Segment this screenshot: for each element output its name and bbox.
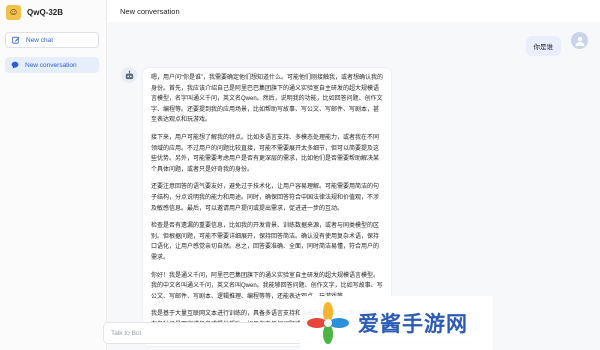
bot-message-paragraph: 检查是否有遗漏的重要信息，比如我的开发背景、训练数据来源，或者与同类模型的区别。… — [151, 223, 380, 261]
user-avatar-icon — [571, 32, 588, 49]
app-name: QwQ-32B — [27, 7, 64, 17]
watermark-text: 爱酱手游网 — [358, 312, 468, 336]
pinwheel-logo-icon — [307, 302, 349, 344]
bot-avatar-icon — [121, 67, 137, 83]
bot-message-paragraph: 还要注意回答的语气要友好，避免过于技术化，让用户容易理解。可能需要用简洁的句子结… — [151, 184, 380, 212]
chat-bubble-icon — [11, 61, 19, 69]
bot-message-paragraph: 接下来，用户可能想了解我的特点。比如多语言支持、多模态处理能力，或者我在不同领域… — [151, 134, 380, 173]
page-title: New conversation — [120, 7, 180, 16]
sidebar: ☺ QwQ-32B New chat New conversation — [0, 0, 107, 350]
user-message-bubble: 你是谁 — [525, 36, 561, 56]
conversation-label: New conversation — [25, 61, 77, 69]
new-chat-label: New chat — [26, 36, 54, 44]
brand: ☺ QwQ-32B — [6, 4, 63, 20]
new-chat-button[interactable]: New chat — [5, 32, 99, 48]
watermark: 爱酱手游网 — [300, 296, 493, 350]
bot-message-paragraph: 嗯，用户问“你是谁”，我需要确定他们想知道什么。可能他们刚接触我，或者想确认我的… — [151, 75, 383, 124]
header: New conversation — [107, 0, 600, 22]
user-message-row: 你是谁 — [525, 32, 588, 56]
qwq-logo-icon: ☺ — [6, 4, 21, 20]
conversation-item[interactable]: New conversation — [5, 57, 99, 73]
edit-icon — [12, 36, 20, 44]
